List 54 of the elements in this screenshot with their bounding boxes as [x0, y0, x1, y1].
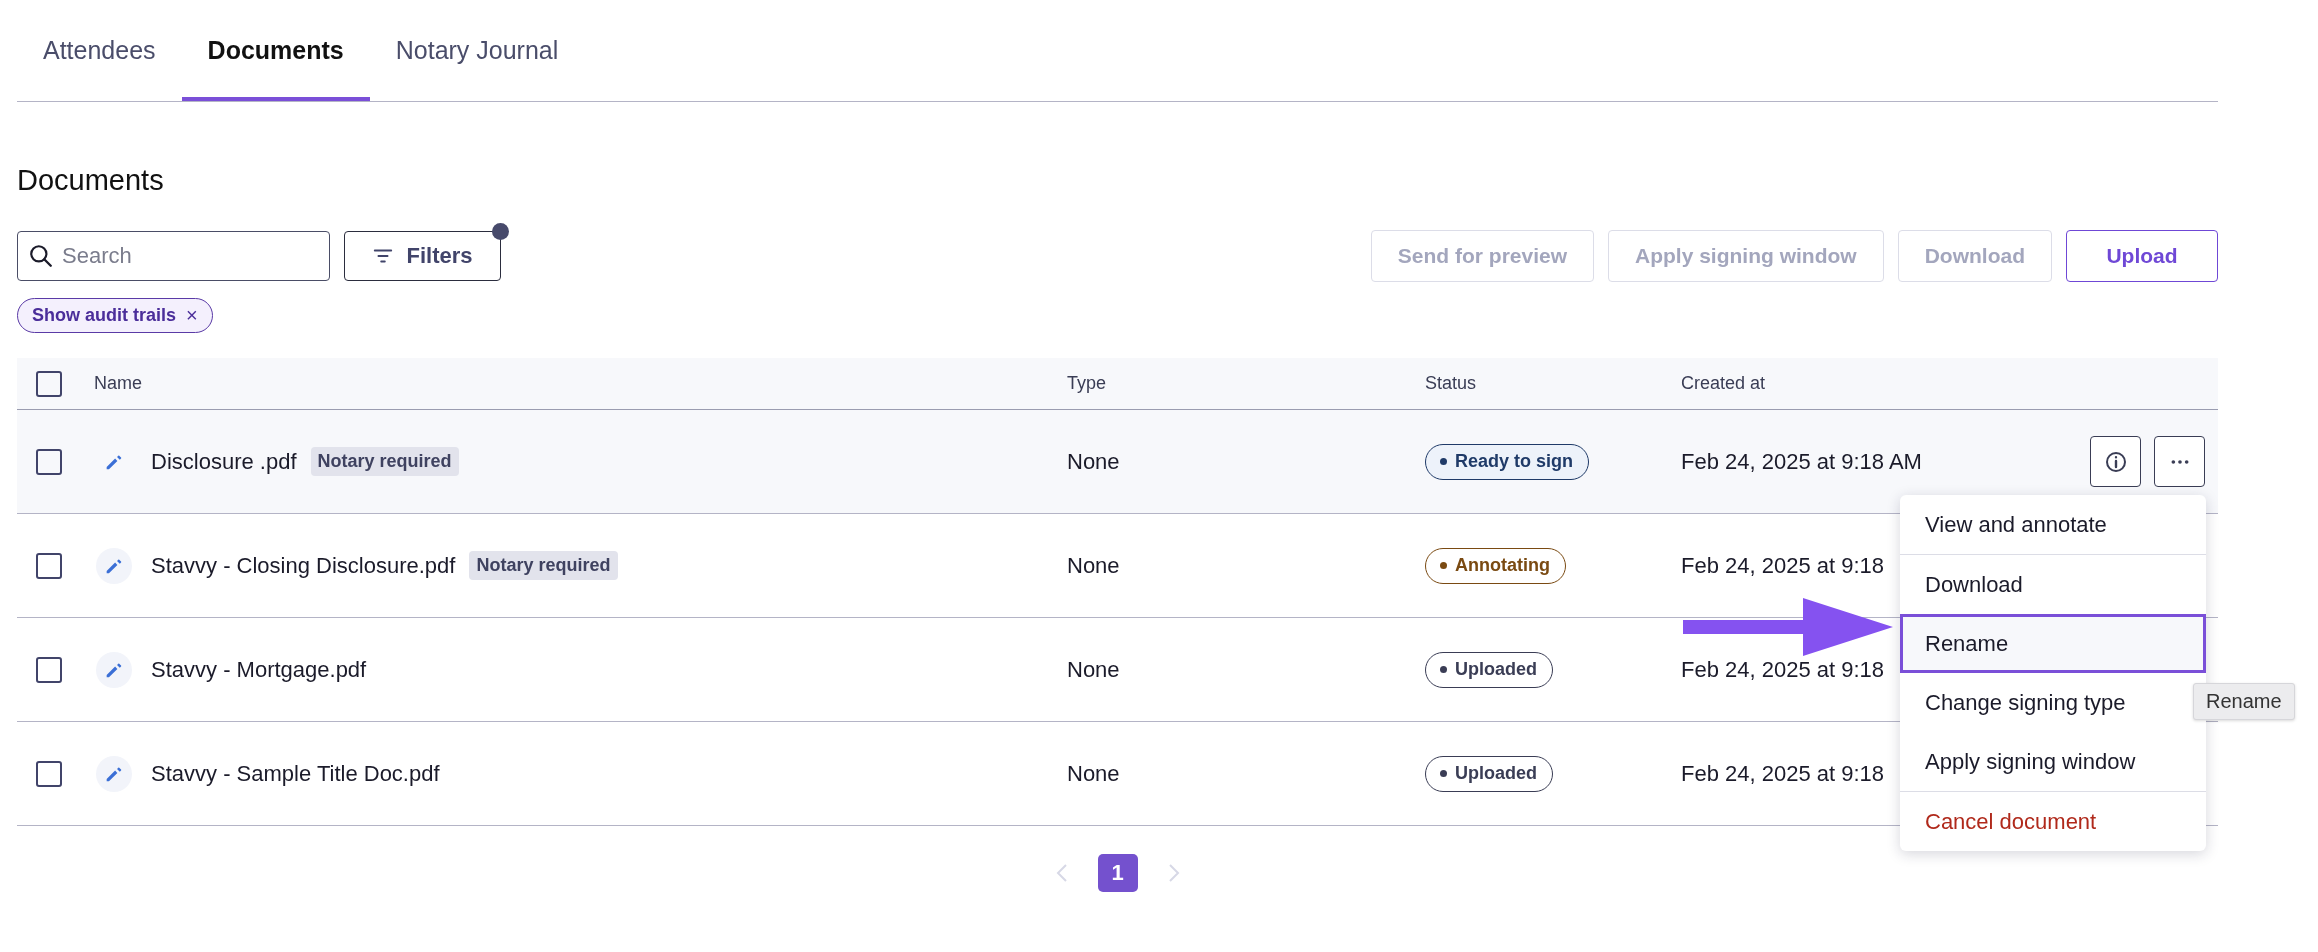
tooltip: Rename — [2193, 683, 2295, 720]
status-pill: Annotating — [1425, 547, 1566, 584]
menu-item[interactable]: Apply signing window — [1900, 732, 2206, 791]
status-pill: Uploaded — [1425, 651, 1553, 688]
notary-tag: Notary required — [310, 447, 459, 476]
table-cell: Feb 24, 2025 at 9:18 — [1681, 656, 1885, 683]
column-header: Status — [1425, 373, 1477, 394]
checkbox[interactable] — [36, 370, 62, 397]
search-field[interactable]: Search — [17, 231, 330, 281]
remove-chip-button[interactable]: × — [186, 304, 198, 327]
chevron-left-icon — [1055, 863, 1068, 883]
status-pill: Uploaded — [1425, 755, 1553, 792]
table-cell: Feb 24, 2025 at 9:18 AM — [1681, 448, 1922, 475]
table-cell: Feb 24, 2025 at 9:18 — [1681, 760, 1885, 787]
table-row[interactable]: Disclosure .pdf Notary required None Ready to sign Feb 24, 2025 at 9:18 AM — [17, 410, 2218, 514]
page-button[interactable]: 1 — [1097, 854, 1138, 892]
info-button[interactable] — [2090, 436, 2141, 487]
edit-button[interactable] — [96, 755, 132, 792]
menu-item[interactable]: Cancel document — [1900, 792, 2206, 851]
edit-button[interactable] — [96, 651, 132, 688]
column-header: Name — [94, 373, 142, 394]
document-name: Stavvy - Sample Title Doc.pdf — [151, 760, 440, 787]
tab[interactable]: Notary Journal — [369, 0, 585, 101]
chip-label: Show audit trails — [32, 305, 177, 326]
more-button[interactable] — [2154, 436, 2205, 487]
search-icon — [28, 243, 54, 269]
table-cell-text: None — [1066, 760, 1121, 787]
table-cell: Feb 24, 2025 at 9:18 — [1681, 552, 1885, 579]
document-name: Disclosure .pdf — [151, 448, 297, 475]
filter-chip[interactable]: Show audit trails × — [17, 298, 213, 333]
document-name: Stavvy - Closing Disclosure.pdf — [151, 552, 456, 579]
chevron-right-icon — [1167, 863, 1180, 883]
edit-button[interactable] — [96, 547, 132, 584]
table-cell-text: None — [1066, 552, 1121, 579]
checkbox[interactable] — [36, 656, 62, 683]
menu-item[interactable]: Download — [1900, 555, 2206, 614]
status-pill: Ready to sign — [1425, 443, 1590, 480]
table-cell-text: None — [1066, 448, 1121, 475]
tab[interactable]: Attendees — [17, 0, 182, 101]
menu-item[interactable]: Rename — [1900, 614, 2206, 673]
checkbox[interactable] — [36, 448, 62, 475]
checkbox[interactable] — [36, 552, 62, 579]
section-heading: Documents — [17, 163, 165, 198]
info-icon — [2103, 449, 2128, 474]
filters-button[interactable]: Filters — [344, 231, 501, 281]
toolbar-button[interactable]: Upload — [2066, 230, 2218, 282]
notary-tag: Notary required — [469, 551, 618, 580]
column-header: Type — [1067, 373, 1107, 394]
table-cell-text: None — [1066, 656, 1121, 683]
document-name: Stavvy - Mortgage.pdf — [151, 656, 367, 683]
tab[interactable]: Documents — [181, 0, 370, 101]
ellipsis-icon — [2169, 457, 2190, 466]
checkbox[interactable] — [36, 760, 62, 787]
column-header: Created at — [1681, 373, 1766, 394]
